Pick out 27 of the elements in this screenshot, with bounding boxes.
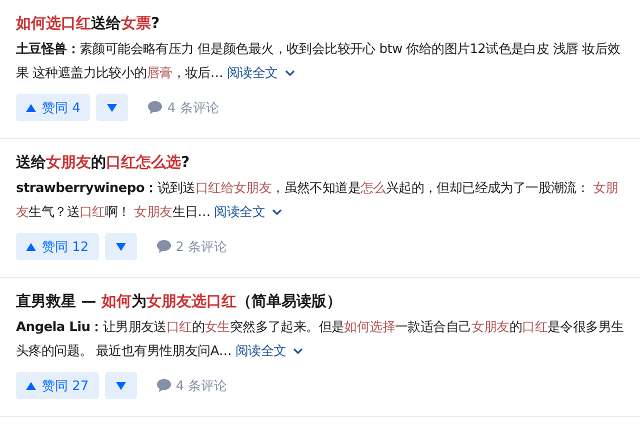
answer-excerpt: strawberrywinepo：说到送口红给女朋友，虽然不知道是怎么兴起的，但却已经成为了一股潮流： 女朋友生气？送口红啊！ 女朋友生日… 阅读全文 — [16, 180, 620, 222]
speech-bubble-icon — [156, 240, 171, 253]
triangle-down-icon — [116, 242, 126, 250]
result-title[interactable]: 直男救星 — 如何为女朋友选口红（简单易读版） — [16, 290, 624, 312]
chevron-down-icon — [293, 348, 304, 355]
speech-bubble-icon — [156, 379, 171, 392]
triangle-up-icon — [26, 382, 36, 390]
result-title[interactable]: 送给女朋友的口红怎么选? — [16, 151, 624, 173]
downvote-button[interactable] — [104, 233, 137, 260]
triangle-down-icon — [107, 104, 118, 112]
upvote-button[interactable]: 赞同 27 — [16, 372, 99, 399]
answer-excerpt: 土豆怪兽：素颜可能会略有压力 但是颜色最火，收到会比较开心 btw 你给的图片12试色是白皮 浅唇 妆后效果 这种遮盖力比较小的唇膏，妆后… 阅读全文 — [16, 41, 622, 83]
triangle-up-icon — [26, 242, 36, 250]
upvote-button[interactable]: 赞同 12 — [16, 233, 99, 260]
read-more-link[interactable]: 阅读全文 — [226, 66, 295, 81]
speech-bubble-icon — [148, 101, 162, 114]
chevron-down-icon — [272, 208, 282, 216]
read-more-link[interactable]: 阅读全文 — [235, 344, 304, 359]
read-more-link[interactable]: 阅读全文 — [214, 205, 282, 220]
chevron-down-icon — [284, 70, 295, 77]
downvote-button[interactable] — [104, 372, 137, 399]
downvote-button[interactable] — [96, 94, 128, 121]
upvote-button[interactable]: 赞同 4 — [16, 94, 90, 121]
triangle-up-icon — [26, 104, 36, 112]
triangle-down-icon — [116, 382, 126, 390]
result-title[interactable]: 如何选口红送给女票? — [16, 12, 624, 34]
answer-excerpt: Angela Liu：让男朋友送口红的女生突然多了起来。但是如何选择一款适合自己女朋友的口红是令很多男生头疼的问题。 最近也有男性朋友问A… 阅读全文 — [16, 319, 624, 361]
